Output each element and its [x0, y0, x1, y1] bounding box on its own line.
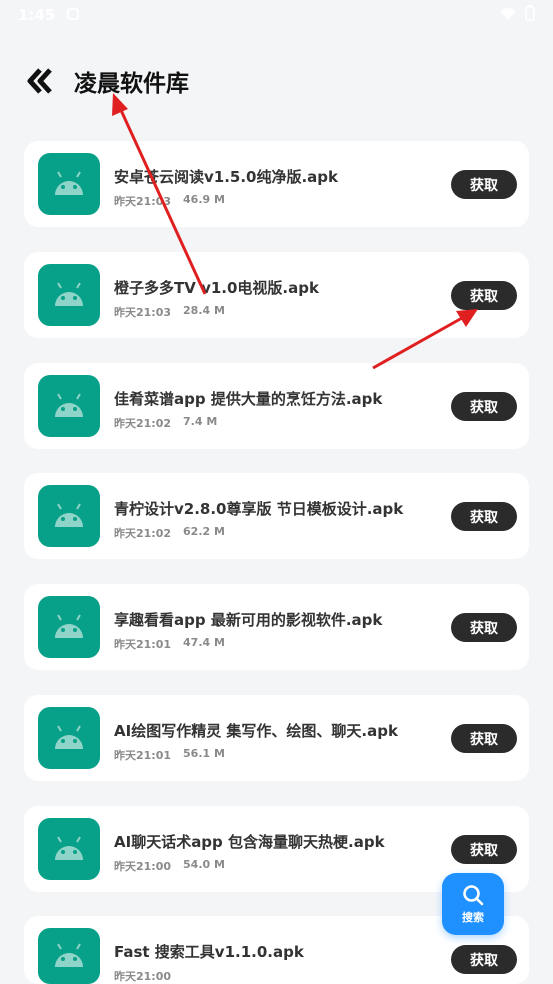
android-icon	[38, 375, 100, 437]
search-icon	[463, 885, 484, 906]
app-size: 7.4 M	[183, 415, 218, 428]
android-icon	[38, 485, 100, 547]
app-meta: 昨天21:03 46.9 M	[114, 193, 225, 209]
app-meta: 昨天21:01 47.4 M	[114, 636, 225, 652]
list-item[interactable]: 佳肴菜谱app 提供大量的烹饪方法.apk 昨天21:02 7.4 M 获取	[24, 363, 529, 449]
app-name: 佳肴菜谱app 提供大量的烹饪方法.apk	[114, 390, 383, 408]
get-button[interactable]: 获取	[451, 835, 517, 864]
list-item[interactable]: 橙子多多TV v1.0电视版.apk 昨天21:03 28.4 M 获取	[24, 252, 529, 338]
app-time: 昨天21:03	[114, 306, 172, 319]
app-time: 昨天21:01	[114, 749, 172, 762]
page-title: 凌晨软件库	[74, 71, 189, 97]
app-meta: 昨天21:01 56.1 M	[114, 747, 225, 763]
android-icon	[38, 153, 100, 215]
android-icon	[38, 596, 100, 658]
back-arrow-icon	[27, 68, 52, 94]
app-size: 28.4 M	[183, 304, 225, 317]
list-item[interactable]: 享趣看看app 最新可用的影视软件.apk 昨天21:01 47.4 M 获取	[24, 584, 529, 670]
app-size: 47.4 M	[183, 636, 225, 649]
header: 凌晨软件库	[0, 52, 553, 110]
app-time: 昨天21:02	[114, 417, 172, 430]
android-icon	[38, 818, 100, 880]
status-time: 1:45	[18, 6, 56, 24]
app-time: 昨天21:01	[114, 638, 172, 651]
android-icon	[38, 928, 100, 984]
app-meta: 昨天21:02 62.2 M	[114, 525, 225, 541]
android-icon	[38, 264, 100, 326]
search-fab-button[interactable]: 搜索	[442, 873, 504, 935]
get-button[interactable]: 获取	[451, 392, 517, 421]
app-time: 昨天21:00	[114, 860, 172, 873]
app-name: Fast 搜索工具v1.1.0.apk	[114, 943, 304, 961]
get-button[interactable]: 获取	[451, 724, 517, 753]
app-name: 橙子多多TV v1.0电视版.apk	[114, 279, 319, 297]
app-time: 昨天21:03	[114, 195, 172, 208]
app-name: 安卓苍云阅读v1.5.0纯净版.apk	[114, 168, 339, 186]
get-button[interactable]: 获取	[451, 502, 517, 531]
app-meta: 昨天21:00	[114, 968, 183, 984]
get-button[interactable]: 获取	[451, 945, 517, 974]
app-time: 昨天21:02	[114, 527, 172, 540]
notification-icon	[67, 6, 80, 24]
back-button[interactable]	[22, 62, 60, 100]
get-button[interactable]: 获取	[451, 281, 517, 310]
app-size: 54.0 M	[183, 858, 225, 871]
app-name: 享趣看看app 最新可用的影视软件.apk	[114, 611, 383, 629]
battery-icon	[525, 5, 535, 25]
list-item[interactable]: 青柠设计v2.8.0尊享版 节日模板设计.apk 昨天21:02 62.2 M …	[24, 473, 529, 559]
app-meta: 昨天21:03 28.4 M	[114, 304, 225, 320]
list-item[interactable]: AI绘图写作精灵 集写作、绘图、聊天.apk 昨天21:01 56.1 M 获取	[24, 695, 529, 781]
app-meta: 昨天21:02 7.4 M	[114, 415, 217, 431]
app-size: 62.2 M	[183, 525, 225, 538]
wifi-icon	[499, 6, 517, 25]
get-button[interactable]: 获取	[451, 170, 517, 199]
app-size: 46.9 M	[183, 193, 225, 206]
search-fab-label: 搜索	[462, 911, 484, 924]
app-name: AI聊天话术app 包含海量聊天热梗.apk	[114, 833, 385, 851]
app-name: AI绘图写作精灵 集写作、绘图、聊天.apk	[114, 722, 398, 740]
android-icon	[38, 707, 100, 769]
get-button[interactable]: 获取	[451, 613, 517, 642]
status-bar: 1:45	[0, 0, 553, 30]
app-size: 56.1 M	[183, 747, 225, 760]
list-item[interactable]: 安卓苍云阅读v1.5.0纯净版.apk 昨天21:03 46.9 M 获取	[24, 141, 529, 227]
app-meta: 昨天21:00 54.0 M	[114, 858, 225, 874]
app-name: 青柠设计v2.8.0尊享版 节日模板设计.apk	[114, 500, 404, 518]
app-time: 昨天21:00	[114, 970, 172, 983]
